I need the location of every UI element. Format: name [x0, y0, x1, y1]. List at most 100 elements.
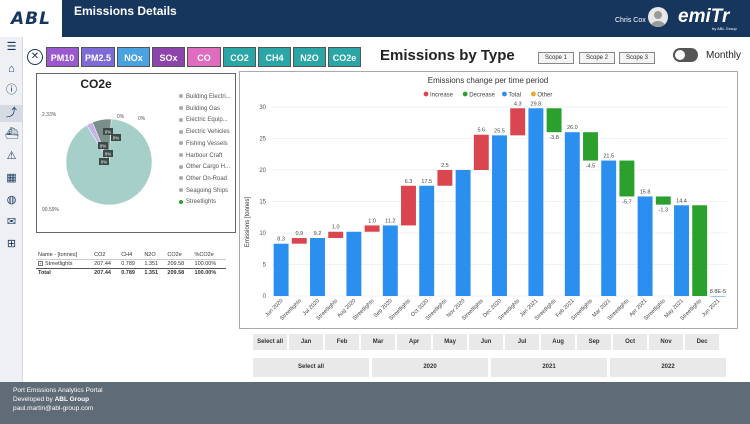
increase-bar[interactable] — [401, 185, 416, 226]
total-bar[interactable] — [637, 196, 653, 296]
decrease-bar[interactable] — [692, 205, 708, 296]
total-bar[interactable] — [492, 135, 507, 296]
decrease-bar[interactable] — [583, 132, 598, 161]
legend-dot-icon — [179, 164, 183, 169]
decrease-bar[interactable] — [546, 108, 562, 133]
total-data-label: 29.8 — [531, 101, 542, 107]
expand-icon[interactable]: + — [38, 261, 43, 266]
y-tick-label: 5 — [263, 263, 267, 269]
total-bar[interactable] — [310, 238, 325, 296]
pie-legend-item[interactable]: Building Gas — [179, 106, 220, 112]
scope-2-button[interactable]: Scope 2 — [579, 52, 615, 64]
monthly-toggle[interactable] — [673, 48, 698, 62]
decrease-bar[interactable] — [619, 160, 635, 197]
filter-pill-pm25[interactable]: PM2.5 — [81, 47, 115, 67]
table-header: CH4 — [119, 251, 143, 260]
pie-legend-item[interactable]: Other On-Road — [179, 176, 227, 182]
legend-dot-icon — [462, 91, 468, 97]
pie-legend-item[interactable]: Harbour Craft — [179, 153, 222, 159]
waterfall-chart[interactable]: Emissions change per time period Increas… — [240, 72, 736, 327]
year-option[interactable]: 2021 — [491, 358, 607, 377]
pie-legend-item[interactable]: Electric Equip... — [179, 117, 228, 123]
total-bar[interactable] — [455, 170, 471, 296]
month-option[interactable]: Jul — [505, 334, 540, 350]
filter-pill-co2[interactable]: CO2 — [223, 47, 256, 67]
month-select-all[interactable]: Select all — [253, 334, 288, 350]
total-bar[interactable] — [273, 243, 289, 296]
filter-pill-nox[interactable]: NOx — [117, 47, 150, 67]
pie-zero-label: 0% — [100, 143, 107, 148]
total-bar[interactable] — [601, 160, 617, 296]
total-bar[interactable] — [528, 108, 544, 296]
increase-bar[interactable] — [437, 170, 453, 186]
grid-icon[interactable]: ⊞ — [5, 238, 18, 251]
pie-legend-item[interactable]: Seagoing Ships — [179, 188, 228, 194]
pie-chart[interactable]: 0%0%0%0%0%0% 0% 2.33% 90.59% — [37, 90, 155, 230]
month-option[interactable]: Oct — [613, 334, 648, 350]
emissions-table: Name - [tonnes] CO2 CH4 N2O CO2e %CO2e +… — [36, 251, 226, 277]
total-bar[interactable] — [419, 185, 435, 296]
filter-pill-ch4[interactable]: CH4 — [258, 47, 291, 67]
total-bar[interactable] — [564, 132, 580, 296]
home-icon[interactable]: ⌂ — [5, 63, 18, 76]
increase-bar[interactable] — [291, 238, 307, 244]
month-option[interactable]: Apr — [397, 334, 432, 350]
change-data-label: -5.7 — [622, 199, 631, 205]
decrease-bar[interactable] — [655, 196, 671, 205]
total-data-label: 25.5 — [494, 128, 505, 134]
avatar[interactable] — [648, 7, 668, 27]
month-option[interactable]: Jan — [289, 334, 324, 350]
pie-legend-item[interactable]: Fishing Vessels — [179, 141, 228, 147]
table-cell: 209.58 — [167, 261, 185, 267]
total-bar[interactable] — [346, 231, 362, 296]
month-option[interactable]: May — [433, 334, 468, 350]
row-name: Streetlights — [45, 261, 73, 267]
table-header: N2O — [142, 251, 166, 260]
total-bar[interactable] — [382, 225, 398, 296]
logo-text: ABL — [11, 8, 51, 29]
total-bar[interactable] — [674, 205, 689, 296]
globe-icon[interactable]: ◍ — [5, 194, 18, 207]
pie-legend-item[interactable]: Electric Vehicles — [179, 129, 230, 135]
company-logo[interactable]: ABL — [0, 0, 62, 37]
ship-icon[interactable]: ⛴ — [5, 128, 19, 141]
bar-chart-icon[interactable]: ▦ — [5, 172, 18, 185]
menu-icon[interactable]: ☰ — [5, 41, 18, 54]
y-tick-label: 10 — [259, 231, 266, 237]
info-icon[interactable]: ⓘ — [5, 84, 18, 97]
increase-bar[interactable] — [510, 108, 526, 136]
month-option[interactable]: Feb — [325, 334, 360, 350]
footer-email[interactable]: paul.martin@abl-group.com — [13, 405, 93, 412]
table-cell: Total — [36, 268, 93, 277]
warning-icon[interactable]: ⚠ — [5, 150, 18, 163]
year-select-all[interactable]: Select all — [253, 358, 369, 377]
increase-bar[interactable] — [473, 134, 489, 170]
total-bar[interactable] — [710, 296, 726, 297]
month-option[interactable]: Dec — [685, 334, 720, 350]
scope-1-button[interactable]: Scope 1 — [538, 52, 574, 64]
filter-pill-co2e[interactable]: CO2e — [328, 47, 361, 67]
filter-pill-sox[interactable]: SOx — [152, 47, 185, 67]
filter-pill-n2o[interactable]: N2O — [293, 47, 326, 67]
year-option[interactable]: 2020 — [372, 358, 488, 377]
month-option[interactable]: Sep — [577, 334, 612, 350]
year-option[interactable]: 2022 — [610, 358, 726, 377]
increase-bar[interactable] — [328, 231, 344, 239]
filter-pill-co[interactable]: CO — [187, 47, 221, 67]
scope-3-button[interactable]: Scope 3 — [619, 52, 655, 64]
increase-bar[interactable] — [364, 225, 380, 232]
pie-legend-item[interactable]: Other Cargo H... — [179, 164, 230, 170]
month-option[interactable]: Jun — [469, 334, 504, 350]
trend-icon[interactable]: ⤴ — [0, 105, 23, 122]
mail-icon[interactable]: ✉ — [5, 216, 18, 229]
pie-legend-item[interactable]: Streetlights — [179, 199, 216, 205]
filter-pill-pm10[interactable]: PM10 — [46, 47, 79, 67]
month-option[interactable]: Mar — [361, 334, 396, 350]
clear-filters-button[interactable]: ✕ — [27, 49, 43, 65]
pie-legend-item[interactable]: Building Electri... — [179, 94, 231, 100]
month-option[interactable]: Aug — [541, 334, 576, 350]
month-option[interactable]: Nov — [649, 334, 684, 350]
change-data-label: 1.0 — [332, 225, 340, 231]
y-tick-label: 15 — [259, 200, 266, 206]
table-row[interactable]: + Streetlights 207.44 0.789 1.351 209.58 … — [36, 260, 226, 269]
